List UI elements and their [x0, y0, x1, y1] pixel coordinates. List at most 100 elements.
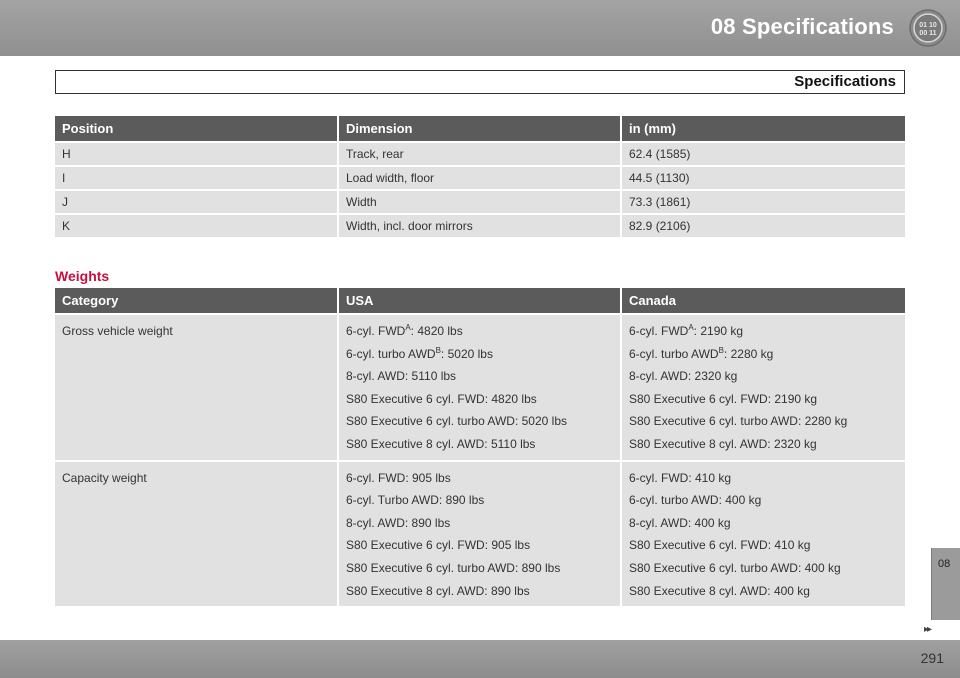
table-cell: Load width, floor — [338, 165, 622, 190]
weight-value-text: : 4820 lbs — [410, 324, 463, 338]
weight-value-line: S80 Executive 6 cyl. turbo AWD: 400 kg — [629, 557, 898, 580]
table-row: I Load width, floor 44.5 (1130) — [55, 165, 905, 190]
weight-canada-cell: 6-cyl. FWD: 410 kg 6-cyl. turbo AWD: 400 … — [621, 459, 905, 607]
specifications-chapter-icon: 01 10 00 11 — [909, 9, 947, 47]
table-row: Gross vehicle weight 6-cyl. FWDA: 4820 lb… — [55, 313, 905, 461]
table-cell: I — [55, 165, 339, 190]
weight-value-line: 6-cyl. FWDA: 4820 lbs — [346, 320, 613, 343]
table-row: Capacity weight 6-cyl. FWD: 905 lbs 6-cyl.… — [55, 459, 905, 607]
weight-value-line: 6-cyl. turbo AWDB: 2280 kg — [629, 343, 898, 366]
column-header-dimension: Dimension — [338, 116, 622, 142]
chapter-title: 08 Specifications — [710, 14, 894, 39]
next-page-arrows-icon: ▸▸ — [924, 624, 932, 635]
chapter-side-tab[interactable]: 08 — [931, 548, 960, 620]
weight-value-text: S80 Executive 6 cyl. FWD: 2190 kg — [629, 391, 818, 406]
weight-value-line: S80 Executive 8 cyl. AWD: 5110 lbs — [346, 433, 613, 456]
weight-value-line: S80 Executive 8 cyl. AWD: 2320 kg — [629, 433, 898, 456]
table-cell: J — [55, 189, 339, 214]
weight-value-text: 6-cyl. FWD — [346, 324, 406, 338]
weight-value-text: S80 Executive 6 cyl. FWD: 410 kg — [629, 538, 811, 553]
weight-value-line: S80 Executive 6 cyl. turbo AWD: 890 lbs — [346, 557, 613, 580]
column-header-usa: USA — [338, 288, 622, 314]
weight-value-text: S80 Executive 8 cyl. AWD: 400 kg — [629, 583, 810, 598]
weight-category-cell: Capacity weight — [55, 459, 339, 607]
weight-value-text: 6-cyl. FWD — [629, 324, 689, 338]
side-tab-label: 08 — [938, 558, 951, 570]
table-row: H Track, rear 62.4 (1585) — [55, 141, 905, 166]
weight-value-line: S80 Executive 6 cyl. FWD: 905 lbs — [346, 534, 613, 557]
table-cell: Track, rear — [338, 141, 622, 166]
weight-value-line: 6-cyl. Turbo AWD: 890 lbs — [346, 489, 613, 512]
column-header-in-mm: in (mm) — [621, 116, 905, 142]
column-header-position: Position — [55, 116, 339, 142]
weight-value-line: S80 Executive 6 cyl. FWD: 410 kg — [629, 534, 898, 557]
weights-header-row: Category USA Canada — [55, 288, 905, 314]
table-cell: Width, incl. door mirrors — [338, 213, 622, 237]
table-cell: 73.3 (1861) — [621, 189, 905, 214]
weight-value-line: 8-cyl. AWD: 890 lbs — [346, 512, 613, 535]
weight-category: Capacity weight — [62, 470, 147, 485]
weight-canada-cell: 6-cyl. FWDA: 2190 kg 6-cyl. turbo AWDB: 2… — [621, 313, 905, 461]
weight-category-cell: Gross vehicle weight — [55, 313, 339, 461]
header-bar: 08 Specifications 01 10 00 11 — [0, 0, 960, 56]
weight-value-line: 6-cyl. turbo AWD: 400 kg — [629, 489, 898, 512]
weight-value-text: S80 Executive 8 cyl. AWD: 890 lbs — [346, 583, 530, 598]
table-cell: Width — [338, 189, 622, 214]
weight-value-text: S80 Executive 6 cyl. turbo AWD: 890 lbs — [346, 560, 561, 575]
weight-value-line: 8-cyl. AWD: 2320 kg — [629, 365, 898, 388]
weight-value-line: S80 Executive 8 cyl. AWD: 400 kg — [629, 580, 898, 603]
column-header-canada: Canada — [621, 288, 905, 314]
weight-value-text: 6-cyl. Turbo AWD: 890 lbs — [346, 493, 485, 508]
table-cell: 62.4 (1585) — [621, 141, 905, 166]
weight-value-text: 6-cyl. turbo AWD — [629, 346, 719, 361]
weight-value-text: 6-cyl. turbo AWD: 400 kg — [629, 493, 762, 508]
weight-category: Gross vehicle weight — [62, 324, 173, 338]
weights-table: Category USA Canada Gross vehicle weight… — [55, 288, 905, 607]
weight-value-line: S80 Executive 8 cyl. AWD: 890 lbs — [346, 580, 613, 603]
weight-value-text: : 2190 kg — [693, 324, 744, 338]
weight-value-text: S80 Executive 6 cyl. turbo AWD: 2280 kg — [629, 414, 848, 429]
weight-value-line: 6-cyl. FWD: 905 lbs — [346, 467, 613, 490]
table-cell: K — [55, 213, 339, 237]
dimensions-table: Position Dimension in (mm) H Track, rear 6… — [55, 116, 905, 237]
weight-value-line: 8-cyl. AWD: 5110 lbs — [346, 365, 613, 388]
weight-value-text: S80 Executive 8 cyl. AWD: 2320 kg — [629, 436, 817, 451]
footer-bar: 291 — [0, 640, 960, 678]
weight-value-text: S80 Executive 6 cyl. FWD: 4820 lbs — [346, 391, 537, 406]
weight-usa-cell: 6-cyl. FWDA: 4820 lbs 6-cyl. turbo AWDB: … — [338, 313, 622, 461]
weight-value-text: 8-cyl. AWD: 2320 kg — [629, 369, 738, 384]
weight-usa-cell: 6-cyl. FWD: 905 lbs 6-cyl. Turbo AWD: 890… — [338, 459, 622, 607]
weight-value-text: : 5020 lbs — [440, 346, 493, 361]
weight-value-line: 6-cyl. FWD: 410 kg — [629, 467, 898, 490]
weight-value-text: S80 Executive 6 cyl. turbo AWD: 5020 lbs — [346, 414, 567, 429]
page-number: 291 — [920, 650, 944, 666]
table-row: J Width 73.3 (1861) — [55, 189, 905, 214]
dimensions-header-row: Position Dimension in (mm) — [55, 116, 905, 142]
weight-value-line: 6-cyl. turbo AWDB: 5020 lbs — [346, 343, 613, 366]
weight-value-line: S80 Executive 6 cyl. FWD: 2190 kg — [629, 388, 898, 411]
section-title: Specifications — [794, 73, 896, 90]
chapter-icon-digits-top: 01 10 — [919, 22, 937, 29]
weight-value-line: S80 Executive 6 cyl. turbo AWD: 2280 kg — [629, 410, 898, 433]
table-cell: 82.9 (2106) — [621, 213, 905, 237]
column-header-category: Category — [55, 288, 339, 314]
weight-value-text: : 2280 kg — [723, 346, 774, 361]
weight-value-text: 8-cyl. AWD: 5110 lbs — [346, 369, 457, 384]
weight-value-text: S80 Executive 8 cyl. AWD: 5110 lbs — [346, 436, 536, 451]
weight-value-text: 6-cyl. FWD: 410 kg — [629, 470, 732, 485]
table-row: K Width, incl. door mirrors 82.9 (2106) — [55, 213, 905, 237]
chapter-icon-digits-bottom: 00 11 — [919, 30, 936, 37]
section-title-box: Specifications — [55, 70, 905, 94]
weight-value-text: 6-cyl. turbo AWD — [346, 346, 436, 361]
weight-value-line: S80 Executive 6 cyl. turbo AWD: 5020 lbs — [346, 410, 613, 433]
table-cell: 44.5 (1130) — [621, 165, 905, 190]
weight-value-line: 6-cyl. FWDA: 2190 kg — [629, 320, 898, 343]
weight-value-line: S80 Executive 6 cyl. FWD: 4820 lbs — [346, 388, 613, 411]
table-cell: H — [55, 141, 339, 166]
weight-value-text: S80 Executive 6 cyl. FWD: 905 lbs — [346, 538, 531, 553]
weight-value-line: 8-cyl. AWD: 400 kg — [629, 512, 898, 535]
weights-heading: Weights — [55, 268, 110, 284]
weight-value-text: S80 Executive 6 cyl. turbo AWD: 400 kg — [629, 560, 841, 575]
weight-value-text: 8-cyl. AWD: 400 kg — [629, 515, 731, 530]
weight-value-text: 6-cyl. FWD: 905 lbs — [346, 470, 451, 485]
